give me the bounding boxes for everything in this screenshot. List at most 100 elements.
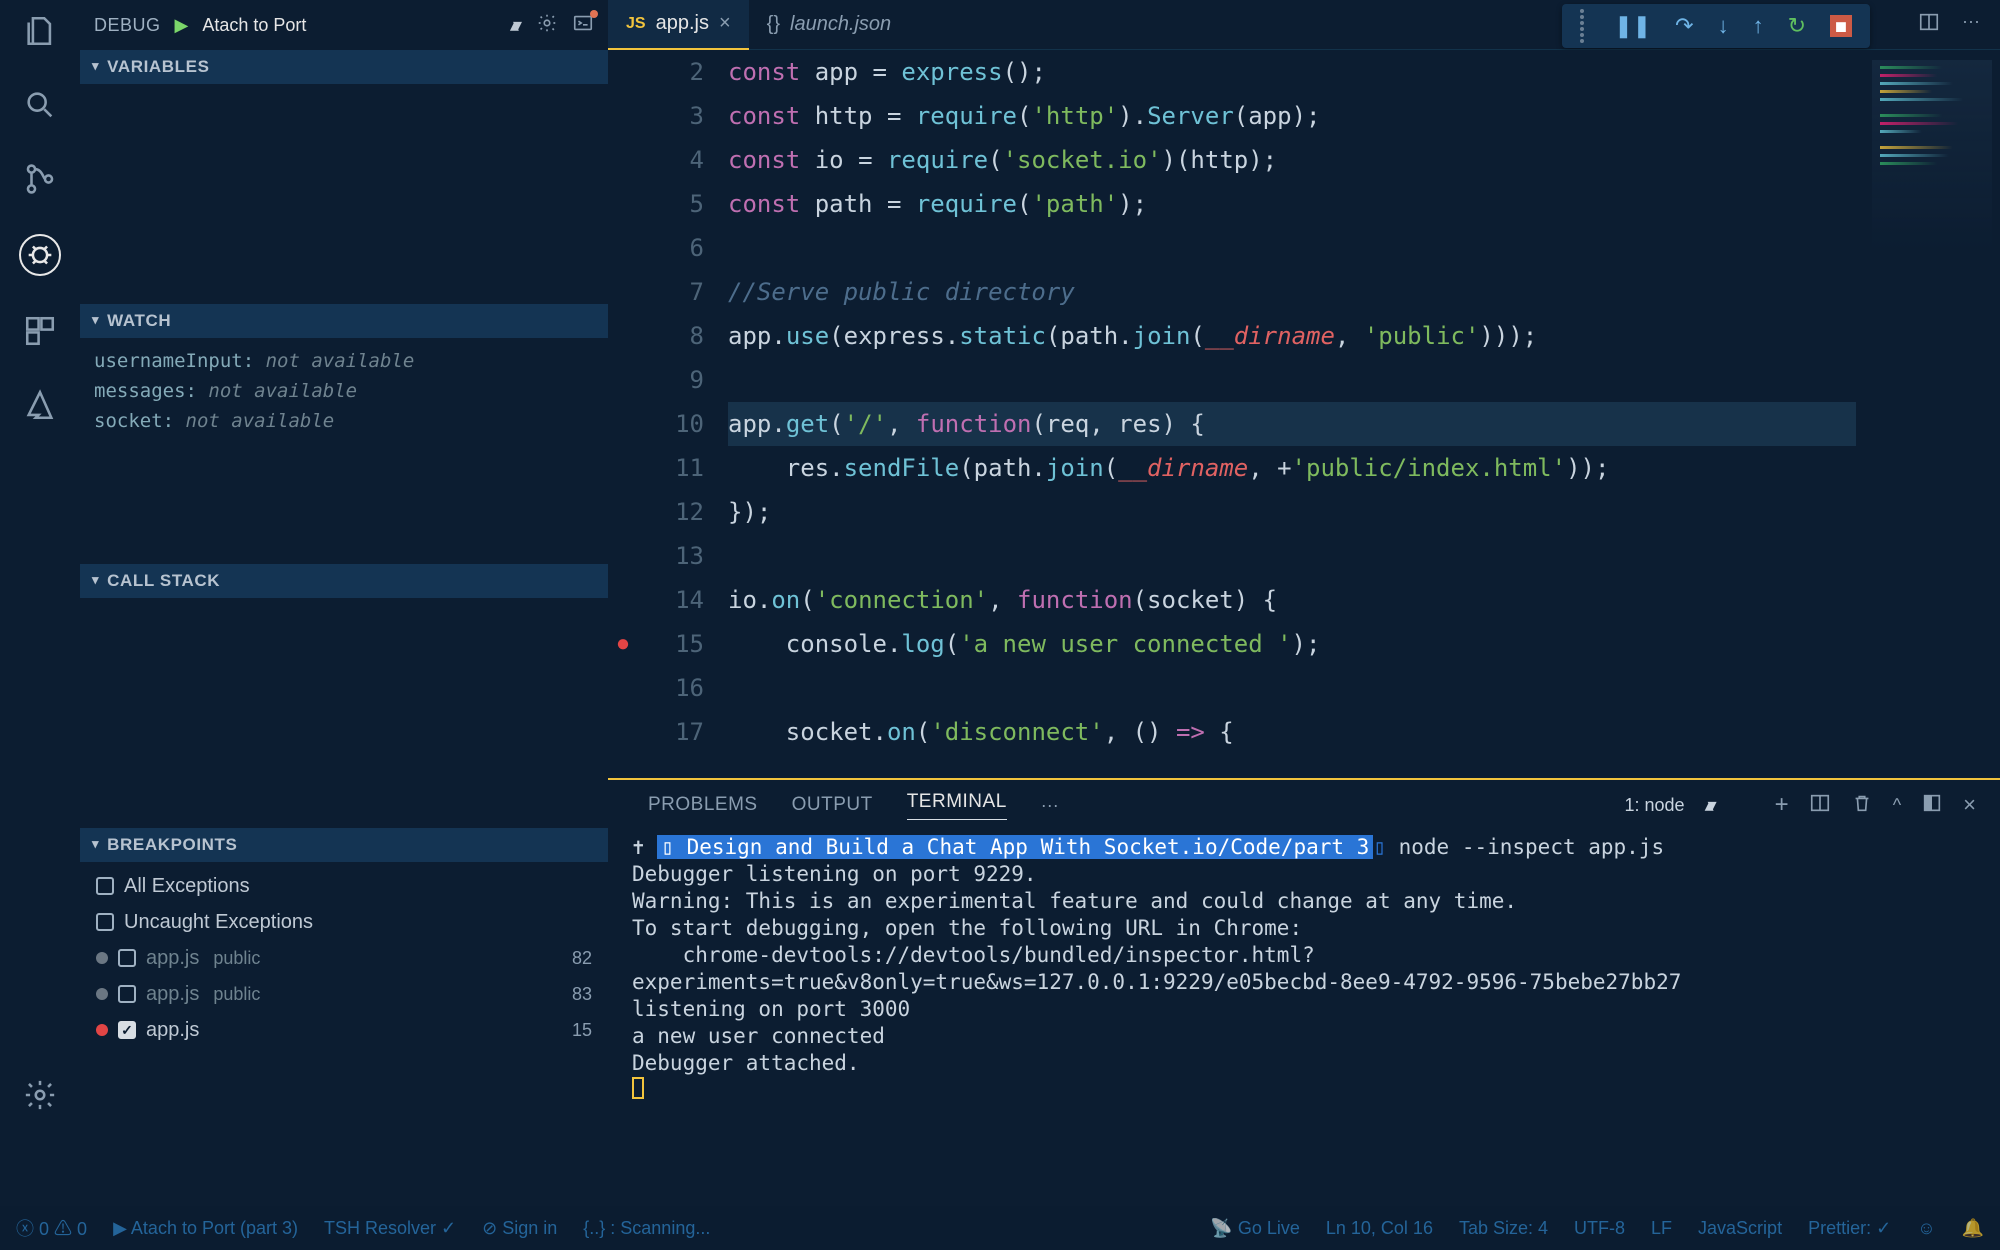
tab-label: app.js bbox=[656, 12, 709, 35]
breakpoint-item[interactable]: app.jspublic83 bbox=[84, 976, 604, 1012]
status-launch-config[interactable]: ▶ Atach to Port (part 3) bbox=[113, 1218, 298, 1239]
status-encoding[interactable]: UTF-8 bbox=[1574, 1218, 1625, 1239]
line-number-gutter: 234567891011121314151617 bbox=[638, 50, 724, 778]
terminal-body[interactable]: ✝ ▯ Design and Build a Chat App With Soc… bbox=[608, 830, 2000, 1206]
bottom-panel: PROBLEMS OUTPUT TERMINAL ··· 1: node ▴▾ … bbox=[608, 778, 2000, 1206]
step-over-icon[interactable]: ↷ bbox=[1675, 13, 1693, 39]
settings-gear-icon[interactable] bbox=[21, 1076, 59, 1114]
status-language[interactable]: JavaScript bbox=[1698, 1218, 1782, 1239]
status-feedback-icon[interactable]: ☺ bbox=[1917, 1218, 1935, 1239]
bp-file: app.js bbox=[146, 947, 199, 970]
minimap[interactable] bbox=[1872, 60, 1992, 280]
debug-sidebar: DEBUG ▶ Atach to Port ▴▾ ▾VARIABLES ▾WAT… bbox=[80, 0, 608, 1206]
panel-more-icon[interactable]: ··· bbox=[1041, 795, 1059, 816]
breakpoint-gutter[interactable]: ● bbox=[608, 50, 638, 778]
breakpoint-item[interactable]: app.js 15 bbox=[84, 1012, 604, 1048]
tab-close-icon[interactable]: × bbox=[719, 12, 731, 35]
status-scanning[interactable]: {..} : Scanning... bbox=[583, 1218, 710, 1239]
panel-up-icon[interactable]: ^ bbox=[1893, 795, 1901, 816]
panel-tabs: PROBLEMS OUTPUT TERMINAL ··· 1: node ▴▾ … bbox=[608, 780, 2000, 830]
watch-item[interactable]: messages: not available bbox=[94, 376, 594, 406]
tab-app-js[interactable]: JS app.js × bbox=[608, 0, 749, 50]
new-terminal-icon[interactable]: + bbox=[1775, 791, 1789, 819]
callstack-header[interactable]: ▾CALL STACK bbox=[80, 564, 608, 598]
step-into-icon[interactable]: ↓ bbox=[1718, 13, 1729, 39]
activity-bar bbox=[0, 0, 80, 1206]
watch-item[interactable]: usernameInput: not available bbox=[94, 346, 594, 376]
bp-line: 15 bbox=[572, 1020, 592, 1041]
search-icon[interactable] bbox=[21, 86, 59, 124]
split-editor-icon[interactable] bbox=[1918, 11, 1940, 38]
debug-header: DEBUG ▶ Atach to Port ▴▾ bbox=[80, 0, 608, 50]
watch-header[interactable]: ▾WATCH bbox=[80, 304, 608, 338]
variables-label: VARIABLES bbox=[107, 57, 209, 77]
config-dropdown-icon[interactable]: ▴▾ bbox=[510, 15, 516, 36]
status-prettier[interactable]: Prettier: ✓ bbox=[1808, 1218, 1891, 1239]
code-content[interactable]: const app = express();const http = requi… bbox=[724, 50, 2000, 778]
status-bell-icon[interactable]: 🔔 bbox=[1962, 1218, 1984, 1239]
status-bar: ⓧ 0 ⚠ 0 ▶ Atach to Port (part 3) TSH Res… bbox=[0, 1206, 2000, 1250]
bp-line: 83 bbox=[572, 984, 592, 1005]
maximize-panel-icon[interactable] bbox=[1921, 792, 1943, 819]
breakpoint-checkbox[interactable] bbox=[118, 1021, 136, 1039]
json-brace-icon: {} bbox=[767, 13, 780, 36]
files-icon[interactable] bbox=[21, 12, 59, 50]
breakpoints-header[interactable]: ▾BREAKPOINTS bbox=[80, 828, 608, 862]
panel-tab-output[interactable]: OUTPUT bbox=[792, 794, 873, 816]
close-panel-icon[interactable]: × bbox=[1963, 792, 1976, 818]
js-badge-icon: JS bbox=[626, 15, 646, 33]
watch-item[interactable]: socket: not available bbox=[94, 406, 594, 436]
status-go-live[interactable]: 📡 Go Live bbox=[1210, 1218, 1299, 1239]
bp-all-label: All Exceptions bbox=[124, 875, 250, 898]
code-editor[interactable]: ● 234567891011121314151617 const app = e… bbox=[608, 50, 2000, 778]
status-tab-size[interactable]: Tab Size: 4 bbox=[1459, 1218, 1548, 1239]
azure-icon[interactable] bbox=[21, 386, 59, 424]
variables-panel bbox=[80, 84, 608, 304]
breakpoint-dot-icon bbox=[96, 988, 108, 1000]
bp-file: app.js bbox=[146, 1019, 199, 1042]
start-debug-icon[interactable]: ▶ bbox=[175, 15, 189, 36]
step-out-icon[interactable]: ↑ bbox=[1753, 13, 1764, 39]
breakpoint-dot-icon bbox=[96, 1024, 108, 1036]
kill-terminal-icon[interactable] bbox=[1851, 792, 1873, 819]
bp-path: public bbox=[213, 948, 260, 969]
debug-label: DEBUG bbox=[94, 15, 161, 36]
status-cursor-pos[interactable]: Ln 10, Col 16 bbox=[1326, 1218, 1433, 1239]
tab-label: launch.json bbox=[790, 13, 891, 36]
variables-header[interactable]: ▾VARIABLES bbox=[80, 50, 608, 84]
status-eol[interactable]: LF bbox=[1651, 1218, 1672, 1239]
restart-icon[interactable]: ↻ bbox=[1788, 13, 1806, 39]
terminal-select[interactable]: 1: node ▴▾ bbox=[1625, 795, 1711, 816]
debug-console-icon[interactable] bbox=[572, 12, 594, 39]
bp-uncaught-exceptions[interactable]: Uncaught Exceptions bbox=[84, 904, 604, 940]
pause-icon[interactable]: ❚❚ bbox=[1614, 13, 1651, 39]
status-sign-in[interactable]: ⊘ Sign in bbox=[482, 1218, 557, 1239]
breakpoints-panel: All Exceptions Uncaught Exceptions app.j… bbox=[80, 862, 608, 1206]
debug-icon[interactable] bbox=[19, 234, 61, 276]
watch-label: WATCH bbox=[107, 311, 171, 331]
editor-area: JS app.js × {} launch.json ··· ❚❚ ↷ ↓ ↑ … bbox=[608, 0, 2000, 1206]
stop-icon[interactable]: ◼ bbox=[1830, 15, 1852, 37]
status-errors[interactable]: ⓧ 0 ⚠ 0 bbox=[16, 1215, 87, 1241]
debug-toolbar[interactable]: ❚❚ ↷ ↓ ↑ ↻ ◼ bbox=[1562, 4, 1870, 48]
source-control-icon[interactable] bbox=[21, 160, 59, 198]
breakpoint-item[interactable]: app.jspublic82 bbox=[84, 940, 604, 976]
breakpoint-checkbox[interactable] bbox=[118, 949, 136, 967]
panel-tab-terminal[interactable]: TERMINAL bbox=[907, 791, 1007, 820]
panel-tab-problems[interactable]: PROBLEMS bbox=[648, 794, 758, 816]
toolbar-drag-handle[interactable] bbox=[1580, 9, 1590, 43]
debug-config-select[interactable]: Atach to Port bbox=[202, 15, 496, 36]
tab-launch-json[interactable]: {} launch.json bbox=[749, 0, 910, 50]
watch-panel: usernameInput: not availablemessages: no… bbox=[80, 338, 608, 564]
breakpoints-label: BREAKPOINTS bbox=[107, 835, 237, 855]
bp-file: app.js bbox=[146, 983, 199, 1006]
debug-settings-gear-icon[interactable] bbox=[536, 12, 558, 39]
more-actions-icon[interactable]: ··· bbox=[1962, 11, 1980, 38]
split-terminal-icon[interactable] bbox=[1809, 792, 1831, 819]
callstack-label: CALL STACK bbox=[107, 571, 220, 591]
breakpoint-dot-icon bbox=[96, 952, 108, 964]
bp-all-exceptions[interactable]: All Exceptions bbox=[84, 868, 604, 904]
extensions-icon[interactable] bbox=[21, 312, 59, 350]
status-resolver[interactable]: TSH Resolver ✓ bbox=[324, 1218, 456, 1239]
breakpoint-checkbox[interactable] bbox=[118, 985, 136, 1003]
